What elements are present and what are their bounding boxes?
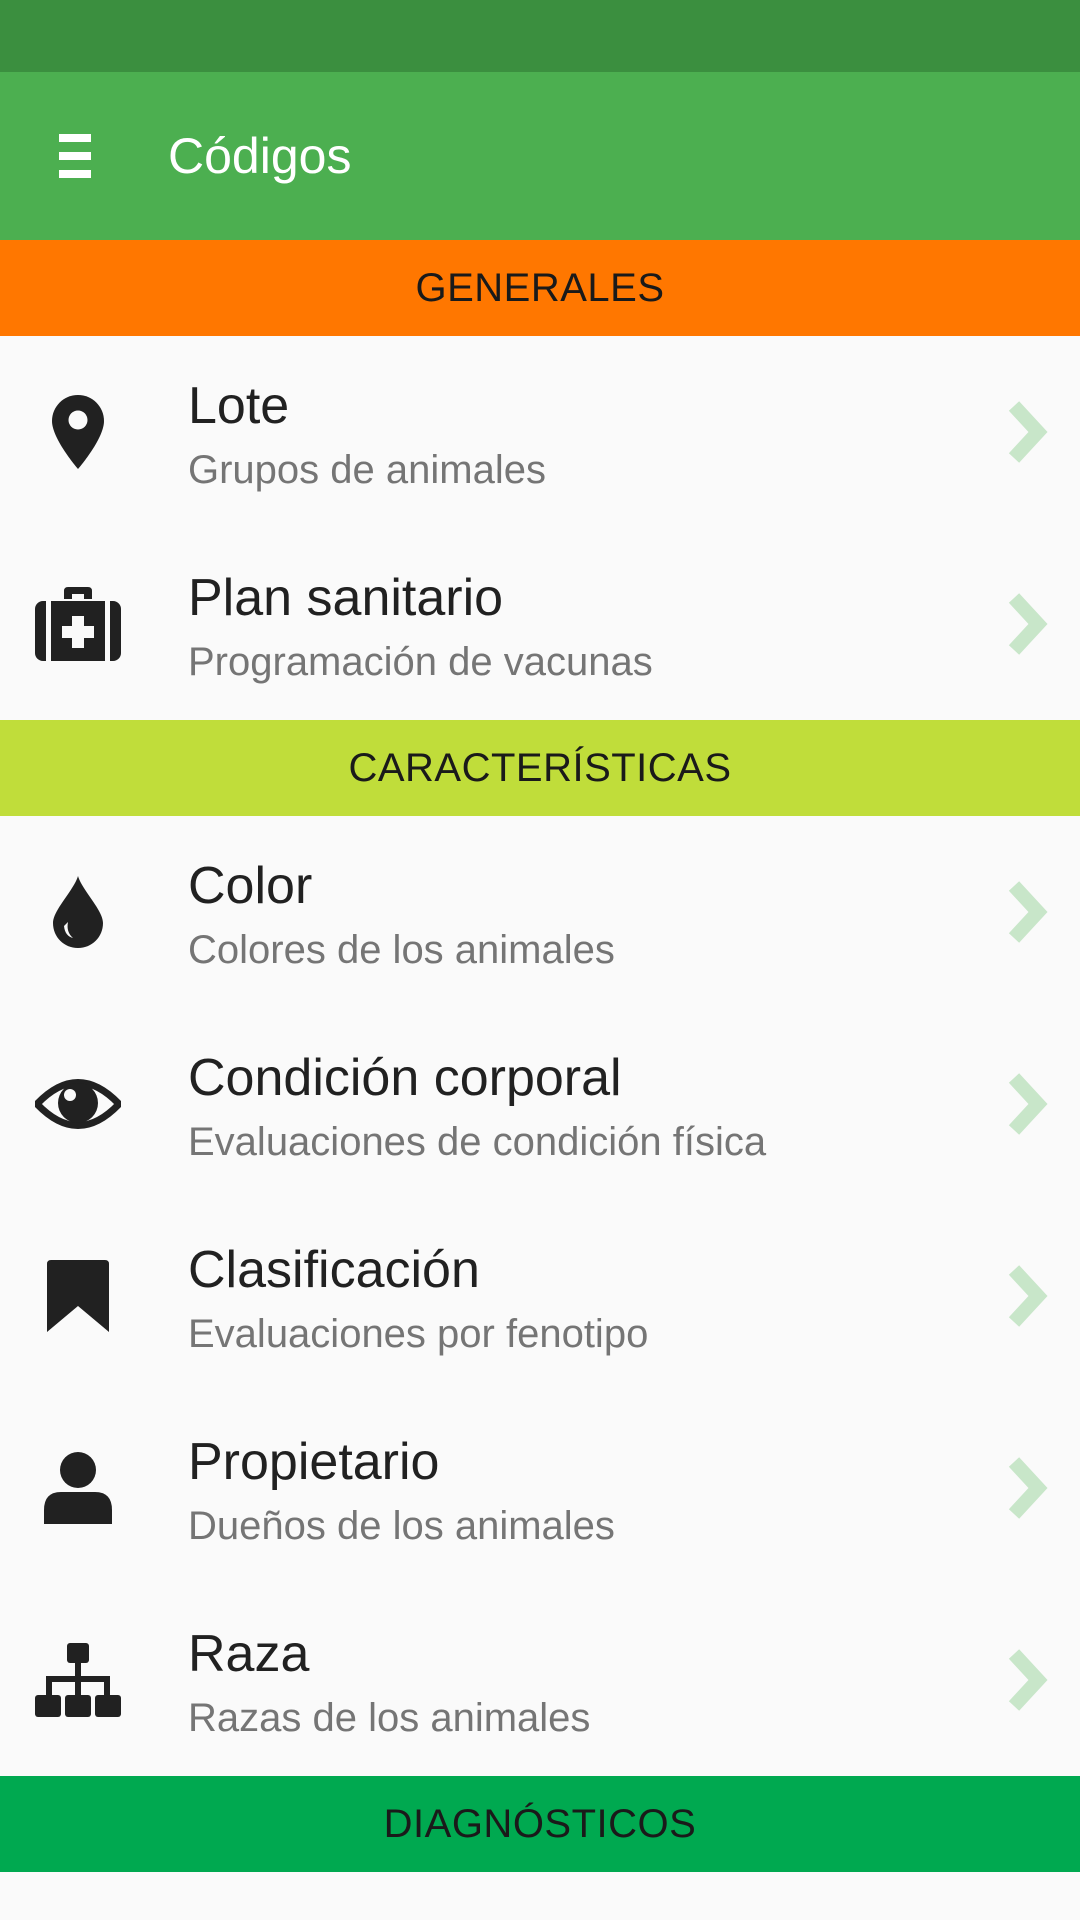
app-bar: Códigos [0,72,1080,240]
bookmark-icon [28,1200,128,1392]
drop-icon [28,816,128,1008]
item-title: Raza [188,1625,310,1683]
item-subtitle: Grupos de animales [188,448,546,492]
chevron-right-icon [1008,593,1048,655]
chevron-right-icon [1008,1649,1048,1711]
list-item-partial[interactable] [0,1871,1080,1920]
list-item-propietario[interactable]: Propietario Dueños de los animales [0,1392,1080,1584]
chevron-right-icon [1008,881,1048,943]
list-item-raza[interactable]: Raza Razas de los animales [0,1584,1080,1776]
item-subtitle: Dueños de los animales [188,1504,615,1548]
section-header-generales: GENERALES [0,240,1080,336]
list-item-lote[interactable]: Lote Grupos de animales [0,336,1080,528]
item-subtitle: Colores de los animales [188,928,615,972]
item-title: Color [188,857,313,915]
section-header-caracteristicas: CARACTERÍSTICAS [0,720,1080,816]
list-item-color[interactable]: Color Colores de los animales [0,816,1080,1008]
item-subtitle: Razas de los animales [188,1696,591,1740]
section-header-diagnosticos: DIAGNÓSTICOS [0,1776,1080,1872]
list-item-plan-sanitario[interactable]: Plan sanitario Programación de vacunas [0,528,1080,720]
item-subtitle: Evaluaciones de condición física [188,1120,767,1164]
chevron-right-icon [1008,1457,1048,1519]
item-title: Propietario [188,1433,440,1491]
eye-icon [28,1008,128,1200]
menu-button[interactable] [0,72,150,240]
chevron-right-icon [1008,401,1048,463]
sitemap-icon [28,1584,128,1776]
map-pin-icon [28,336,128,528]
item-subtitle: Programación de vacunas [188,640,653,684]
user-icon [28,1392,128,1584]
list-item-clasificacion[interactable]: Clasificación Evaluaciones por fenotipo [0,1200,1080,1392]
item-title: Condición corporal [188,1049,622,1107]
status-bar [0,0,1080,72]
medkit-icon [28,528,128,720]
item-title: Clasificación [188,1241,480,1299]
menu-icon [59,134,91,178]
page-title: Códigos [168,128,352,184]
list-item-condicion-corporal[interactable]: Condición corporal Evaluaciones de condi… [0,1008,1080,1200]
item-title: Lote [188,377,290,435]
item-subtitle: Evaluaciones por fenotipo [188,1312,649,1356]
chevron-right-icon [1008,1265,1048,1327]
item-title: Plan sanitario [188,569,504,627]
chevron-right-icon [1008,1073,1048,1135]
